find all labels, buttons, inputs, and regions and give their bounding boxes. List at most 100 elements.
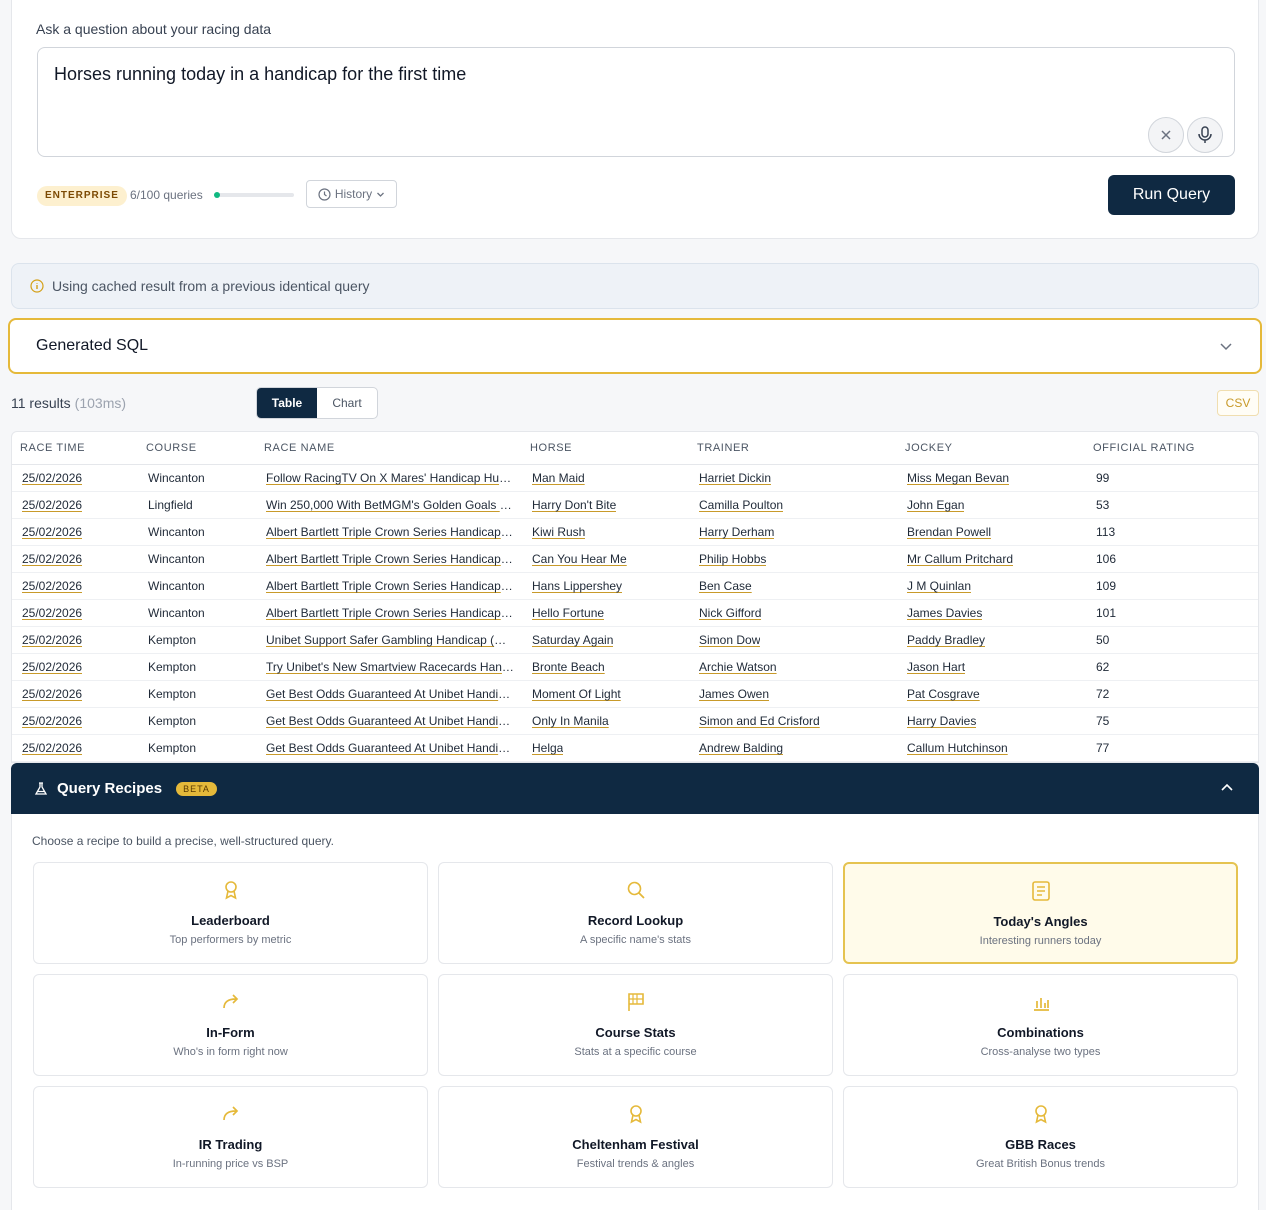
tab-chart[interactable]: Chart: [317, 388, 377, 418]
generated-sql-panel[interactable]: Generated SQL: [8, 318, 1262, 374]
table-cell-link[interactable]: 25/02/2026: [22, 660, 82, 674]
table-cell-link[interactable]: 25/02/2026: [22, 552, 82, 566]
recipe-card-course-stats[interactable]: Course Stats Stats at a specific course: [438, 974, 833, 1076]
table-cell-link[interactable]: Follow RacingTV On X Mares' Handicap Hur…: [266, 471, 514, 485]
table-cell-link[interactable]: Saturday Again: [532, 633, 613, 647]
column-header[interactable]: TRAINER: [697, 442, 749, 454]
recipe-card-in-form[interactable]: In-Form Who's in form right now: [33, 974, 428, 1076]
table-cell-link[interactable]: Albert Bartlett Triple Crown Series Hand…: [266, 525, 514, 539]
table-cell-link[interactable]: John Egan: [907, 498, 964, 512]
table-cell-link[interactable]: Ben Case: [699, 579, 752, 593]
chevron-up-icon[interactable]: [1219, 780, 1235, 796]
csv-export-button[interactable]: CSV: [1217, 390, 1259, 416]
cache-banner: Using cached result from a previous iden…: [11, 263, 1259, 309]
table-cell-link[interactable]: 25/02/2026: [22, 525, 82, 539]
table-cell: Wincanton: [148, 606, 205, 620]
table-cell-link[interactable]: Moment Of Light: [532, 687, 621, 701]
table-cell-link[interactable]: Brendan Powell: [907, 525, 991, 539]
table-cell-link[interactable]: Kiwi Rush: [532, 525, 585, 539]
recipe-card-cheltenham-festival[interactable]: Cheltenham Festival Festival trends & ang…: [438, 1086, 833, 1188]
table-cell-link[interactable]: Get Best Odds Guaranteed At Unibet Handi…: [266, 741, 514, 755]
recipe-card-today-s-angles[interactable]: Today's Angles Interesting runners today: [843, 862, 1238, 964]
history-button[interactable]: History: [306, 180, 397, 208]
table-cell-link[interactable]: Callum Hutchinson: [907, 741, 1008, 755]
table-cell-link[interactable]: Andrew Balding: [699, 741, 783, 755]
table-cell-link[interactable]: Helga: [532, 741, 563, 755]
recipes-hint: Choose a recipe to build a precise, well…: [32, 834, 334, 848]
table-cell-link[interactable]: Pat Cosgrave: [907, 687, 980, 701]
table-cell-link[interactable]: Hans Lippershey: [532, 579, 622, 593]
table-cell-link[interactable]: Try Unibet's New Smartview Racecards Han…: [266, 660, 514, 674]
table-cell-link[interactable]: J M Quinlan: [907, 579, 971, 593]
recipe-card-leaderboard[interactable]: Leaderboard Top performers by metric: [33, 862, 428, 964]
column-header[interactable]: RACE NAME: [264, 442, 335, 454]
table-cell-link[interactable]: Jason Hart: [907, 660, 965, 674]
table-cell-link[interactable]: Albert Bartlett Triple Crown Series Hand…: [266, 579, 514, 593]
microphone-button[interactable]: [1187, 117, 1223, 153]
recipe-card-combinations[interactable]: Combinations Cross-analyse two types: [843, 974, 1238, 1076]
award-icon: [625, 1103, 647, 1125]
recipe-card-record-lookup[interactable]: Record Lookup A specific name's stats: [438, 862, 833, 964]
table-cell-link[interactable]: 25/02/2026: [22, 606, 82, 620]
table-cell-link[interactable]: Simon Dow: [699, 633, 760, 647]
table-cell-link[interactable]: Can You Hear Me: [532, 552, 627, 566]
table-cell-link[interactable]: Philip Hobbs: [699, 552, 766, 566]
column-header[interactable]: COURSE: [146, 442, 197, 454]
table-cell-link[interactable]: Paddy Bradley: [907, 633, 985, 647]
column-header[interactable]: HORSE: [530, 442, 572, 454]
table-cell-link[interactable]: Get Best Odds Guaranteed At Unibet Handi…: [266, 714, 514, 728]
recipe-subtitle: In-running price vs BSP: [172, 1158, 289, 1170]
table-cell-link[interactable]: Camilla Poulton: [699, 498, 783, 512]
table-cell-link[interactable]: Bronte Beach: [532, 660, 605, 674]
table-cell-link[interactable]: Get Best Odds Guaranteed At Unibet Handi…: [266, 687, 514, 701]
table-cell-link[interactable]: Harry Don't Bite: [532, 498, 616, 512]
table-cell-link[interactable]: 25/02/2026: [22, 714, 82, 728]
table-cell-link[interactable]: Mr Callum Pritchard: [907, 552, 1013, 566]
table-cell-link[interactable]: 25/02/2026: [22, 741, 82, 755]
table-cell-link[interactable]: Hello Fortune: [532, 606, 604, 620]
recipe-title: Today's Angles: [993, 914, 1088, 929]
clear-button[interactable]: [1148, 117, 1184, 153]
table-cell: Wincanton: [148, 579, 205, 593]
column-header[interactable]: JOCKEY: [905, 442, 953, 454]
recipe-card-ir-trading[interactable]: IR Trading In-running price vs BSP: [33, 1086, 428, 1188]
recipe-card-gbb-races[interactable]: GBB Races Great British Bonus trends: [843, 1086, 1238, 1188]
table-cell-link[interactable]: Unibet Support Safer Gambling Handicap (…: [266, 633, 514, 647]
table-cell-link[interactable]: Harriet Dickin: [699, 471, 771, 485]
table-cell-link[interactable]: Albert Bartlett Triple Crown Series Hand…: [266, 606, 514, 620]
table-cell-link[interactable]: Man Maid: [532, 471, 585, 485]
table-cell-link[interactable]: Only In Manila: [532, 714, 609, 728]
chevron-down-icon: [377, 192, 385, 197]
table-cell-link[interactable]: Archie Watson: [699, 660, 777, 674]
history-label: History: [334, 187, 373, 201]
recipe-subtitle: Who's in form right now: [173, 1046, 288, 1058]
table-cell-link[interactable]: Nick Gifford: [699, 606, 761, 620]
table-cell-link[interactable]: 25/02/2026: [22, 498, 82, 512]
table-cell: 50: [1096, 633, 1110, 647]
table-cell-link[interactable]: Harry Davies: [907, 714, 976, 728]
table-cell-link[interactable]: James Davies: [907, 606, 982, 620]
cache-banner-text: Using cached result from a previous iden…: [52, 278, 370, 294]
column-header[interactable]: RACE TIME: [20, 442, 85, 454]
column-header[interactable]: OFFICIAL RATING: [1093, 442, 1195, 454]
table-cell-link[interactable]: Win 250,000 With BetMGM's Golden Goals H…: [266, 498, 514, 512]
table-cell-link[interactable]: Miss Megan Bevan: [907, 471, 1009, 485]
tab-table[interactable]: Table: [257, 388, 317, 418]
table-row: 25/02/2026 Kempton Unibet Support Safer Ga…: [12, 627, 1258, 654]
table-cell-link[interactable]: 25/02/2026: [22, 633, 82, 647]
table-cell-link[interactable]: 25/02/2026: [22, 579, 82, 593]
table-cell-link[interactable]: 25/02/2026: [22, 471, 82, 485]
run-query-button[interactable]: Run Query: [1108, 175, 1235, 215]
query-input[interactable]: Horses running today in a handicap for t…: [37, 47, 1235, 157]
table-cell-link[interactable]: Albert Bartlett Triple Crown Series Hand…: [266, 552, 514, 566]
table-cell-link[interactable]: Simon and Ed Crisford: [699, 714, 820, 728]
table-cell: 99: [1096, 471, 1110, 485]
table-cell-link[interactable]: James Owen: [699, 687, 769, 701]
table-cell: Wincanton: [148, 552, 205, 566]
table-cell: Kempton: [148, 741, 197, 755]
recipes-header[interactable]: Query Recipes BETA: [11, 763, 1259, 814]
recipes-body: Choose a recipe to build a precise, well…: [11, 814, 1259, 1210]
table-cell-link[interactable]: Harry Derham: [699, 525, 774, 539]
flag-icon: [625, 991, 647, 1013]
table-cell-link[interactable]: 25/02/2026: [22, 687, 82, 701]
